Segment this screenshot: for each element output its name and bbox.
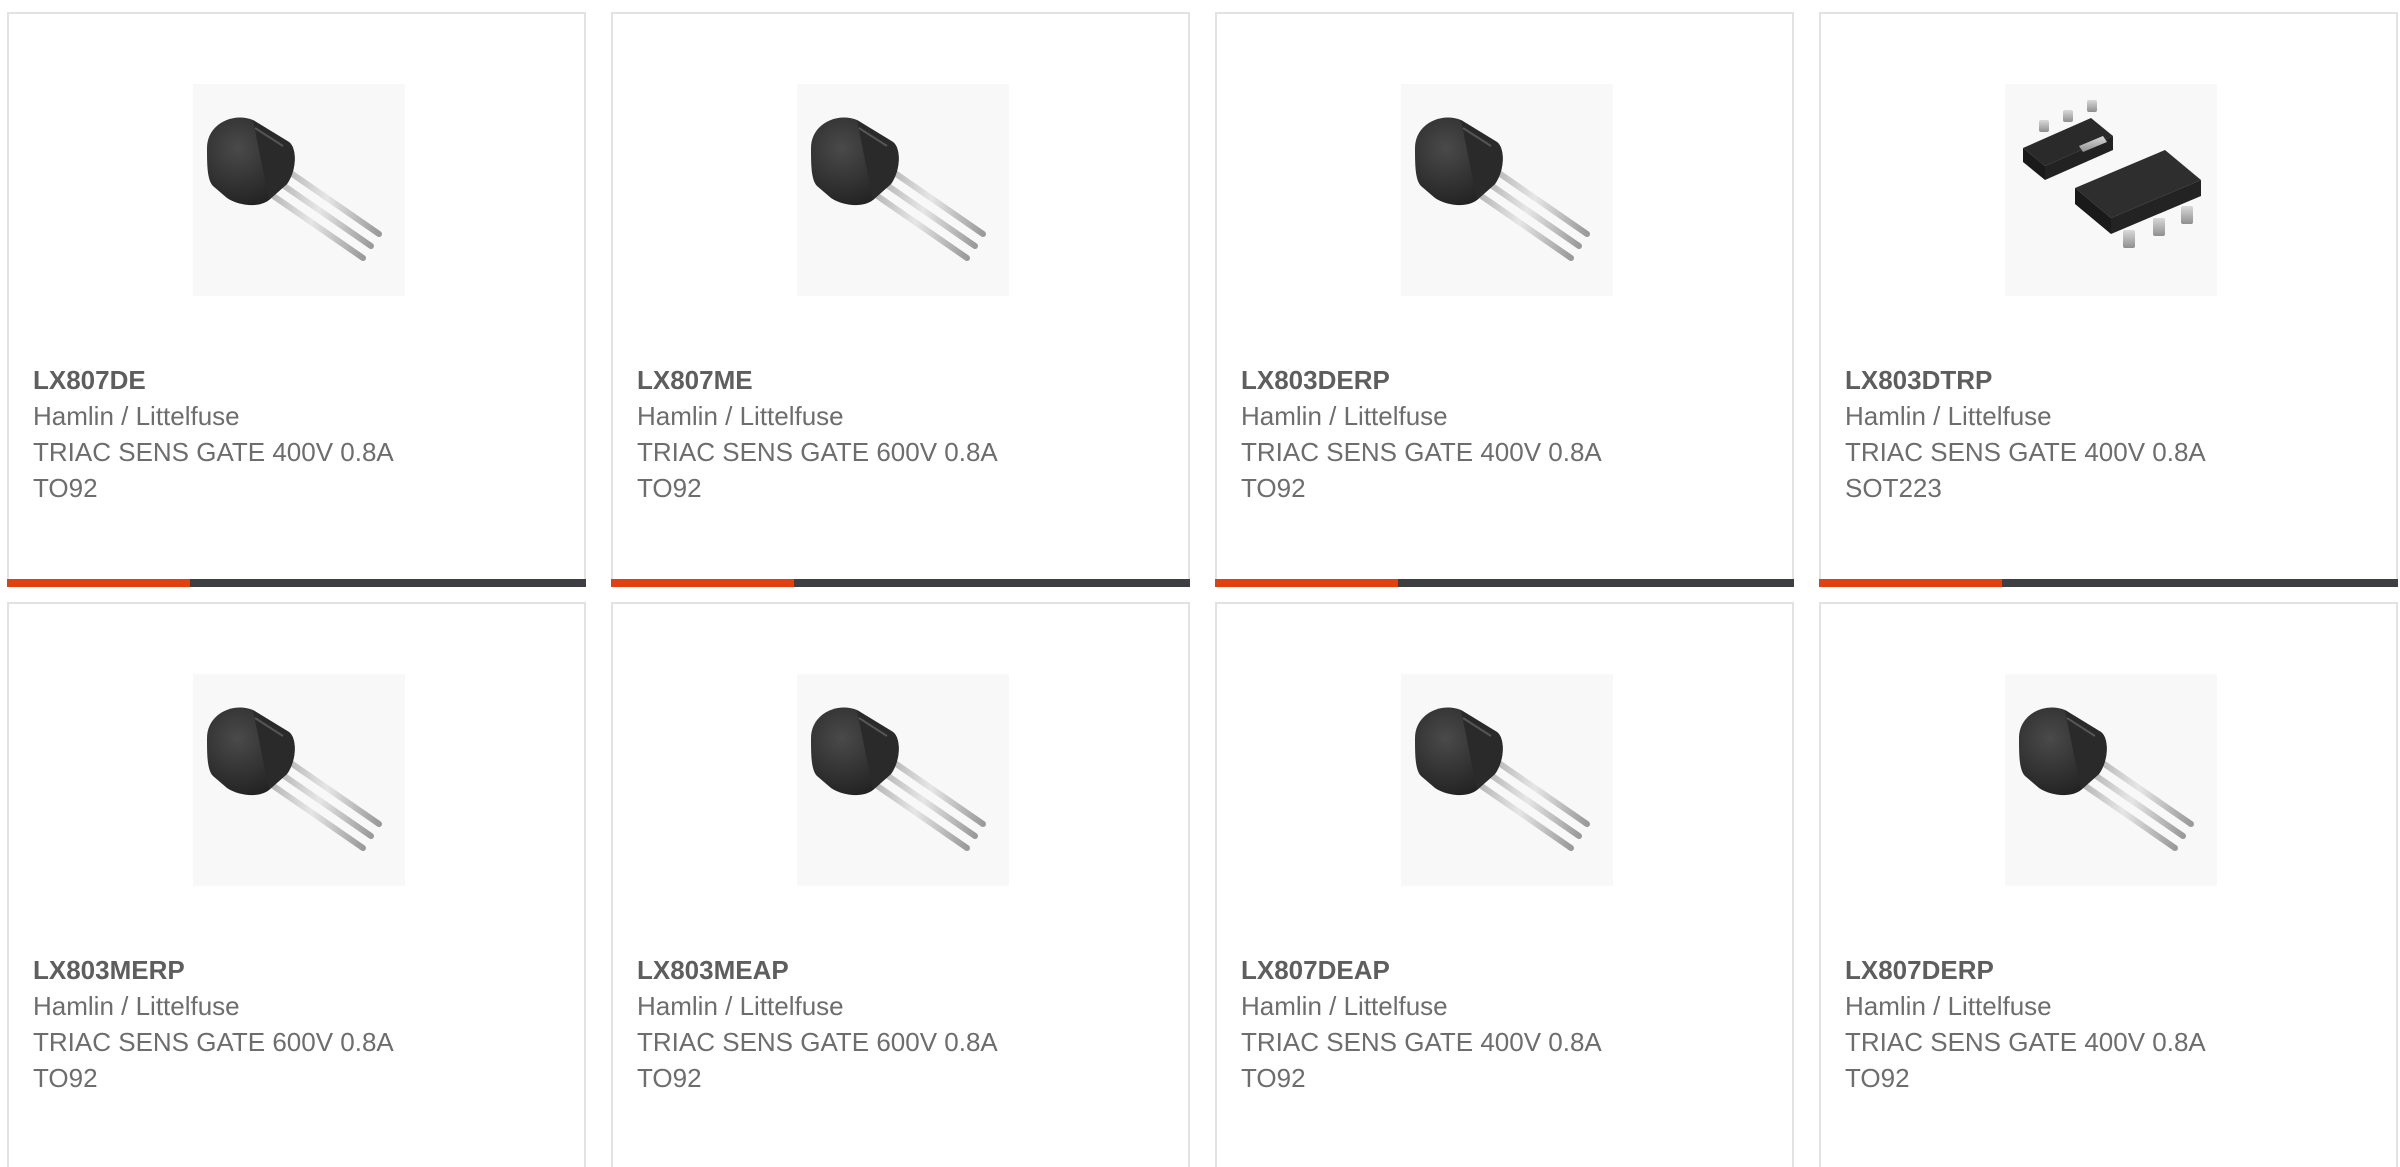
to92-package-icon (193, 84, 405, 296)
package: SOT223 (1845, 473, 1942, 503)
manufacturer: Hamlin / Littelfuse (637, 991, 844, 1021)
package: TO92 (33, 473, 98, 503)
to92-package-icon (2005, 674, 2217, 886)
product-card[interactable]: LX803DTRP Hamlin / Littelfuse TRIAC SENS… (1819, 12, 2398, 587)
card-footer-accent (1215, 579, 1398, 587)
product-card[interactable]: LX807DERP Hamlin / Littelfuse TRIAC SENS… (1819, 602, 2398, 1167)
description: TRIAC SENS GATE 400V 0.8A (1241, 1027, 1602, 1057)
part-number[interactable]: LX807DE (33, 362, 564, 398)
description: TRIAC SENS GATE 400V 0.8A (33, 437, 394, 467)
product-card[interactable]: LX807ME Hamlin / Littelfuse TRIAC SENS G… (611, 12, 1190, 587)
to92-package-icon (193, 674, 405, 886)
manufacturer: Hamlin / Littelfuse (1845, 991, 2052, 1021)
package: TO92 (637, 473, 702, 503)
package: TO92 (1241, 1063, 1306, 1093)
product-grid: LX807DE Hamlin / Littelfuse TRIAC SENS G… (0, 0, 2400, 1167)
part-number[interactable]: LX807DERP (1845, 952, 2376, 988)
part-number[interactable]: LX803MEAP (637, 952, 1168, 988)
to92-package-icon (1401, 84, 1613, 296)
description: TRIAC SENS GATE 600V 0.8A (33, 1027, 394, 1057)
product-card[interactable]: LX807DEAP Hamlin / Littelfuse TRIAC SENS… (1215, 602, 1794, 1167)
card-footer-accent (7, 579, 190, 587)
manufacturer: Hamlin / Littelfuse (1241, 401, 1448, 431)
manufacturer: Hamlin / Littelfuse (33, 401, 240, 431)
manufacturer: Hamlin / Littelfuse (33, 991, 240, 1021)
part-number[interactable]: LX803DERP (1241, 362, 1772, 398)
description: TRIAC SENS GATE 400V 0.8A (1241, 437, 1602, 467)
product-card[interactable]: LX803MERP Hamlin / Littelfuse TRIAC SENS… (7, 602, 586, 1167)
sot223-package-icon (2005, 84, 2217, 296)
part-number[interactable]: LX807DEAP (1241, 952, 1772, 988)
card-footer-bar (611, 579, 1190, 587)
description: TRIAC SENS GATE 600V 0.8A (637, 1027, 998, 1057)
card-footer-bar (7, 579, 586, 587)
package: TO92 (1845, 1063, 1910, 1093)
card-footer-bar (1215, 579, 1794, 587)
part-number[interactable]: LX803MERP (33, 952, 564, 988)
manufacturer: Hamlin / Littelfuse (1845, 401, 2052, 431)
description: TRIAC SENS GATE 600V 0.8A (637, 437, 998, 467)
to92-package-icon (797, 84, 1009, 296)
to92-package-icon (797, 674, 1009, 886)
product-card[interactable]: LX803DERP Hamlin / Littelfuse TRIAC SENS… (1215, 12, 1794, 587)
product-card[interactable]: LX803MEAP Hamlin / Littelfuse TRIAC SENS… (611, 602, 1190, 1167)
manufacturer: Hamlin / Littelfuse (637, 401, 844, 431)
product-card[interactable]: LX807DE Hamlin / Littelfuse TRIAC SENS G… (7, 12, 586, 587)
card-footer-bar (1819, 579, 2398, 587)
card-footer-accent (1819, 579, 2002, 587)
package: TO92 (637, 1063, 702, 1093)
description: TRIAC SENS GATE 400V 0.8A (1845, 437, 2206, 467)
to92-package-icon (1401, 674, 1613, 886)
manufacturer: Hamlin / Littelfuse (1241, 991, 1448, 1021)
card-footer-accent (611, 579, 794, 587)
package: TO92 (1241, 473, 1306, 503)
part-number[interactable]: LX803DTRP (1845, 362, 2376, 398)
description: TRIAC SENS GATE 400V 0.8A (1845, 1027, 2206, 1057)
package: TO92 (33, 1063, 98, 1093)
part-number[interactable]: LX807ME (637, 362, 1168, 398)
